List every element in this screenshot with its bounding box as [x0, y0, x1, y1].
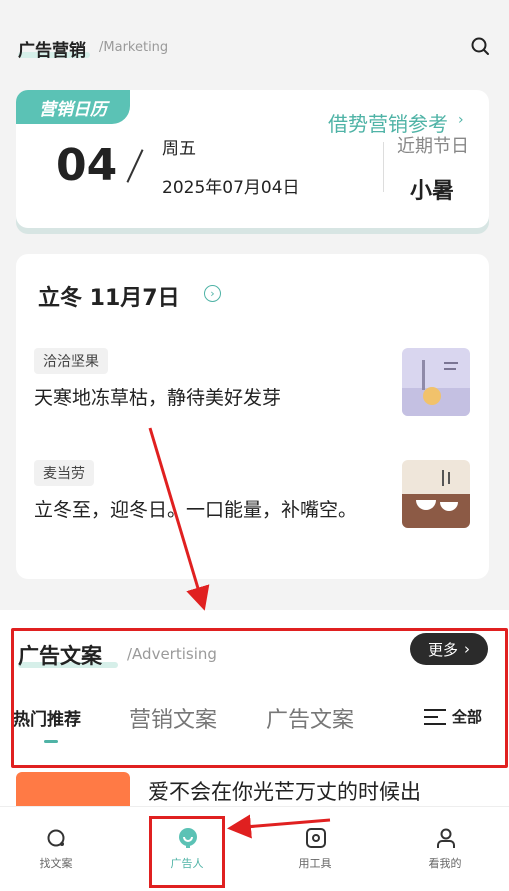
page-title: 广告营销: [18, 41, 86, 61]
page-header: 广告营销 /Marketing: [0, 0, 509, 80]
annotation-highlight-box: [11, 628, 508, 768]
annotation-highlight-box: [149, 816, 225, 888]
user-icon: [437, 828, 455, 848]
nav-mine[interactable]: 看我的: [395, 807, 495, 891]
nav-label: 用工具: [298, 857, 332, 870]
item-text: 天寒地冻草枯，静待美好发芽: [34, 387, 282, 409]
poster-thumbnail: [402, 348, 470, 416]
advertising-section: 广告文案 /Advertising 更多 › 热门推荐 营销文案 广告文案 全部…: [0, 610, 509, 812]
brand-tag: 麦当劳: [34, 460, 94, 486]
poster-thumbnail: [402, 460, 470, 528]
solar-term-title[interactable]: 立冬 11月7日: [38, 280, 180, 312]
divider: [383, 142, 384, 192]
chevron-right-icon: ›: [458, 112, 464, 128]
holiday-name: 小暑: [410, 179, 455, 204]
calendar-tag: 营销日历: [16, 90, 130, 124]
date-divider-slash: [126, 149, 144, 183]
nav-label: 看我的: [428, 857, 462, 870]
nav-find-copy[interactable]: 找文案: [6, 807, 106, 891]
nav-tools[interactable]: 用工具: [265, 807, 365, 891]
arrow-right-circle-icon[interactable]: ›: [204, 285, 221, 302]
calendar-day: 04: [56, 140, 118, 191]
calendar-weekday: 周五: [162, 139, 196, 159]
page-subtitle: /Marketing: [99, 40, 169, 55]
calendar-date: 2025年07月04日: [162, 178, 300, 198]
item-text: 立冬至，迎冬日。一口能量，补嘴空。: [34, 499, 358, 521]
recent-holiday-label: 近期节日: [397, 136, 469, 157]
solar-term-card: 立冬 11月7日 › 洽洽坚果 天寒地冻草枯，静待美好发芽 麦当劳 立冬至，迎冬…: [16, 254, 489, 579]
search-circle-icon: [47, 829, 65, 847]
list-item[interactable]: 洽洽坚果 天寒地冻草枯，静待美好发芽: [34, 348, 474, 416]
tool-icon: [306, 828, 326, 848]
search-icon[interactable]: [470, 36, 490, 56]
list-item[interactable]: 麦当劳 立冬至，迎冬日。一口能量，补嘴空。: [34, 460, 474, 528]
nav-label: 找文案: [39, 857, 73, 870]
bottom-nav: 找文案 广告人 用工具 看我的: [0, 806, 509, 891]
marketing-calendar-card[interactable]: 营销日历 借势营销参考 › 04 周五 2025年07月04日 近期节日 小暑: [16, 90, 489, 228]
article-title[interactable]: 爱不会在你光芒万丈的时候出: [148, 776, 421, 806]
brand-tag: 洽洽坚果: [34, 348, 108, 374]
